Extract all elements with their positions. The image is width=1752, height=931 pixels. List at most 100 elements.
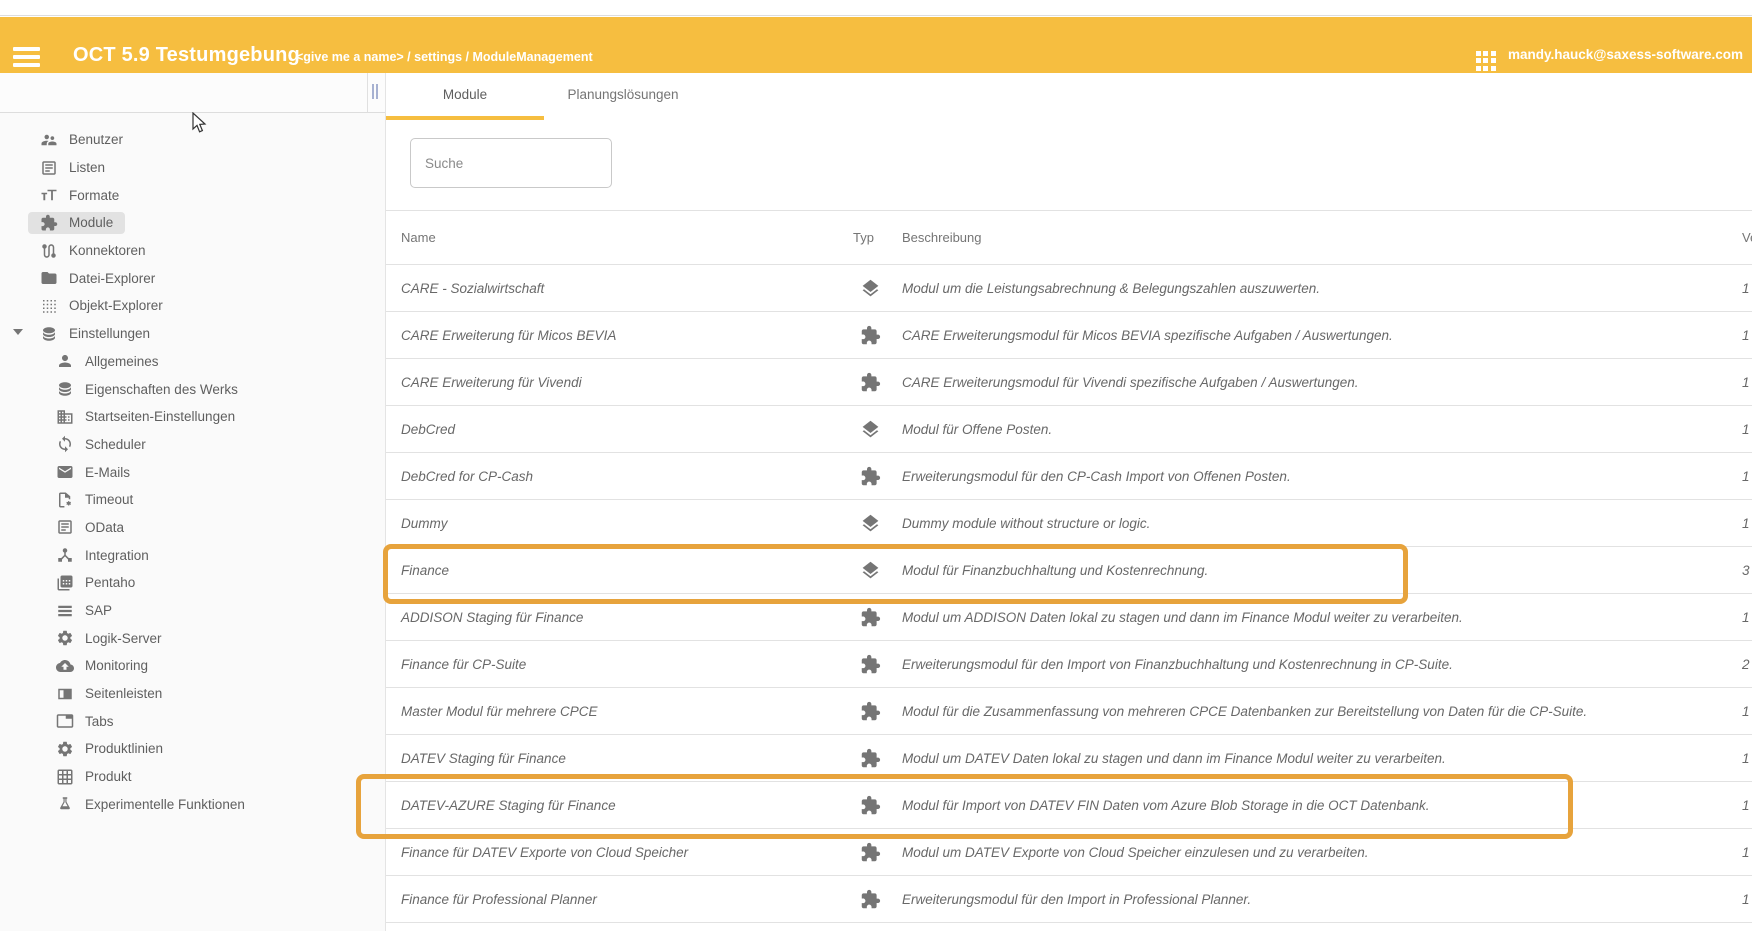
sidebar-item-label: Seitenleisten	[85, 686, 162, 701]
sidebar-item-label: Benutzer	[69, 132, 123, 147]
sidebar-item-integration[interactable]: Integration	[0, 541, 368, 569]
sidebar-item-label: Objekt-Explorer	[69, 298, 163, 313]
sidebar-item-timeout[interactable]: Timeout	[0, 486, 368, 514]
module-name: Finance für Professional Planner	[386, 892, 838, 907]
table-row[interactable]: Master Modul für mehrere CPCEModul für d…	[386, 688, 1752, 735]
table-row[interactable]: Finance für DATEV Exporte von Cloud Spei…	[386, 829, 1752, 876]
module-description: Modul um die Leistungsabrechnung & Beleg…	[902, 281, 1690, 296]
table-row[interactable]: CARE Erweiterung für Micos BEVIACARE Erw…	[386, 312, 1752, 359]
table-row[interactable]: FinanceModul für Finanzbuchhaltung und K…	[386, 547, 1752, 594]
table-row[interactable]: DummyDummy module without structure or l…	[386, 500, 1752, 547]
module-version: 1	[1690, 845, 1752, 860]
sidebar-item-benutzer[interactable]: Benutzer	[0, 126, 368, 154]
sidebar-item-experimentelle-funktionen[interactable]: Experimentelle Funktionen	[0, 791, 368, 819]
sidebar-item-content: Monitoring	[44, 655, 160, 677]
table-row[interactable]: Finance für CP-SuiteErweiterungsmodul fü…	[386, 641, 1752, 688]
table-row[interactable]: Finance für Professional Planner Erweiter…	[386, 876, 1752, 923]
sidebar-item-content: Konnektoren	[28, 240, 158, 262]
module-description: Modul um ADDISON Daten lokal zu stagen u…	[902, 610, 1690, 625]
puzzle-icon	[860, 701, 881, 722]
module-version: 2	[1690, 657, 1752, 672]
table-row[interactable]: ADDISON Staging für Finance Modul um ADDI…	[386, 594, 1752, 641]
column-header-version: Version	[1690, 230, 1752, 245]
module-version: 1	[1690, 798, 1752, 813]
sidebar-item-label: Monitoring	[85, 658, 148, 673]
search-input[interactable]	[410, 138, 612, 188]
folder-icon	[40, 269, 58, 287]
module-description: Modul für die Zusammenfassung von mehrer…	[902, 704, 1690, 719]
puzzle-icon	[860, 372, 881, 393]
table-row[interactable]: DATEV-AZURE Staging für FinanceModul für…	[386, 782, 1752, 829]
table-row[interactable]: DATEV Staging für FinanceModul um DATEV …	[386, 735, 1752, 782]
apps-grid-icon[interactable]	[1476, 51, 1498, 73]
sidebar-item-content: Scheduler	[44, 433, 158, 455]
sidebar-item-content: Eigenschaften des Werks	[44, 378, 250, 400]
table-row[interactable]: CARE Erweiterung für VivendiCARE Erweite…	[386, 359, 1752, 406]
module-version: 1	[1690, 751, 1752, 766]
sidebar-item-allgemeines[interactable]: Allgemeines	[0, 348, 368, 376]
sidebar-item-monitoring[interactable]: Monitoring	[0, 652, 368, 680]
app-title: OCT 5.9 Testumgebung	[73, 44, 300, 67]
sidebar-item-module[interactable]: Module	[0, 209, 368, 237]
sidebar-item-label: Experimentelle Funktionen	[85, 797, 245, 812]
module-typ-cell	[838, 513, 902, 534]
expander-arrow-icon[interactable]	[13, 329, 23, 335]
hub-icon	[56, 546, 74, 564]
sidebar-item-scheduler[interactable]: Scheduler	[0, 431, 368, 459]
sidebar-item-datei-explorer[interactable]: Datei-Explorer	[0, 264, 368, 292]
module-typ-cell	[838, 795, 902, 816]
sidebar-item-eigenschaften-des-werks[interactable]: Eigenschaften des Werks	[0, 375, 368, 403]
table-header-row: Name Typ Beschreibung Version	[386, 210, 1752, 265]
menu-icon[interactable]	[13, 47, 40, 67]
sidebar-item-label: Timeout	[85, 492, 133, 507]
user-email[interactable]: mandy.hauck@saxess-software.com	[1508, 47, 1743, 62]
sidebar-item-konnektoren[interactable]: Konnektoren	[0, 237, 368, 265]
app-version-label: App 5.9.18 | DB 5.9.17	[1644, 74, 1747, 85]
sidebar-splitter-handle[interactable]	[368, 73, 385, 113]
module-description: CARE Erweiterungsmodul für Vivendi spezi…	[902, 375, 1690, 390]
sidebar-item-produkt[interactable]: Produkt	[0, 763, 368, 791]
module-version: 1	[1690, 516, 1752, 531]
module-typ-cell	[838, 701, 902, 722]
sidebar-item-label: Startseiten-Einstellungen	[85, 409, 235, 424]
sidebar-item-e-mails[interactable]: E-Mails	[0, 458, 368, 486]
sidebar-item-content: Produktlinien	[44, 738, 175, 760]
sidebar-item-label: Datei-Explorer	[69, 271, 155, 286]
sidebar-item-tabs[interactable]: Tabs	[0, 707, 368, 735]
module-version: 1	[1690, 281, 1752, 296]
sidebar-item-seitenleisten[interactable]: Seitenleisten	[0, 680, 368, 708]
tab-module[interactable]: Module	[386, 73, 544, 120]
table-row[interactable]: CARE - SozialwirtschaftModul um die Leis…	[386, 265, 1752, 312]
table-row[interactable]: DebCred for CP-CashErweiterungsmodul für…	[386, 453, 1752, 500]
sidebar-item-content: Integration	[44, 544, 161, 566]
sidebar-item-odata[interactable]: OData	[0, 514, 368, 542]
sidebar-item-content: Formate	[28, 184, 131, 206]
module-typ-cell	[838, 278, 902, 299]
table-row[interactable]: DebCredModul für Offene Posten.1	[386, 406, 1752, 453]
breadcrumb: <give me a name> / settings / ModuleMana…	[296, 50, 593, 64]
sidebar-item-logik-server[interactable]: Logik-Server	[0, 624, 368, 652]
sidebar-toolbar	[0, 73, 368, 113]
layers-icon	[860, 560, 881, 581]
module-description: Erweiterungsmodul für den Import in Prof…	[902, 892, 1690, 907]
sidebar-item-listen[interactable]: Listen	[0, 154, 368, 182]
sidebar-item-label: Produkt	[85, 769, 132, 784]
sidebar-item-startseiten-einstellungen[interactable]: Startseiten-Einstellungen	[0, 403, 368, 431]
sidebar-item-pentaho[interactable]: Pentaho	[0, 569, 368, 597]
module-typ-cell	[838, 654, 902, 675]
tab-planungsloesungen[interactable]: Planungslösungen	[544, 73, 702, 120]
sidebar-item-label: Produktlinien	[85, 741, 163, 756]
sidebar-item-content: Timeout	[44, 489, 145, 511]
module-name: CARE Erweiterung für Micos BEVIA	[386, 328, 838, 343]
cloud-upload-icon	[56, 657, 74, 675]
sidebar-item-formate[interactable]: Formate	[0, 181, 368, 209]
module-typ-cell	[838, 419, 902, 440]
sidebar-item-produktlinien[interactable]: Produktlinien	[0, 735, 368, 763]
module-name: DebCred for CP-Cash	[386, 469, 838, 484]
sidebar-item-sap[interactable]: SAP	[0, 597, 368, 625]
column-header-name: Name	[386, 230, 838, 245]
sidebar-item-einstellungen[interactable]: Einstellungen	[0, 320, 368, 348]
module-name: ADDISON Staging für Finance	[386, 610, 838, 625]
sidebar-item-objekt-explorer[interactable]: Objekt-Explorer	[0, 292, 368, 320]
puzzle-icon	[860, 889, 881, 910]
